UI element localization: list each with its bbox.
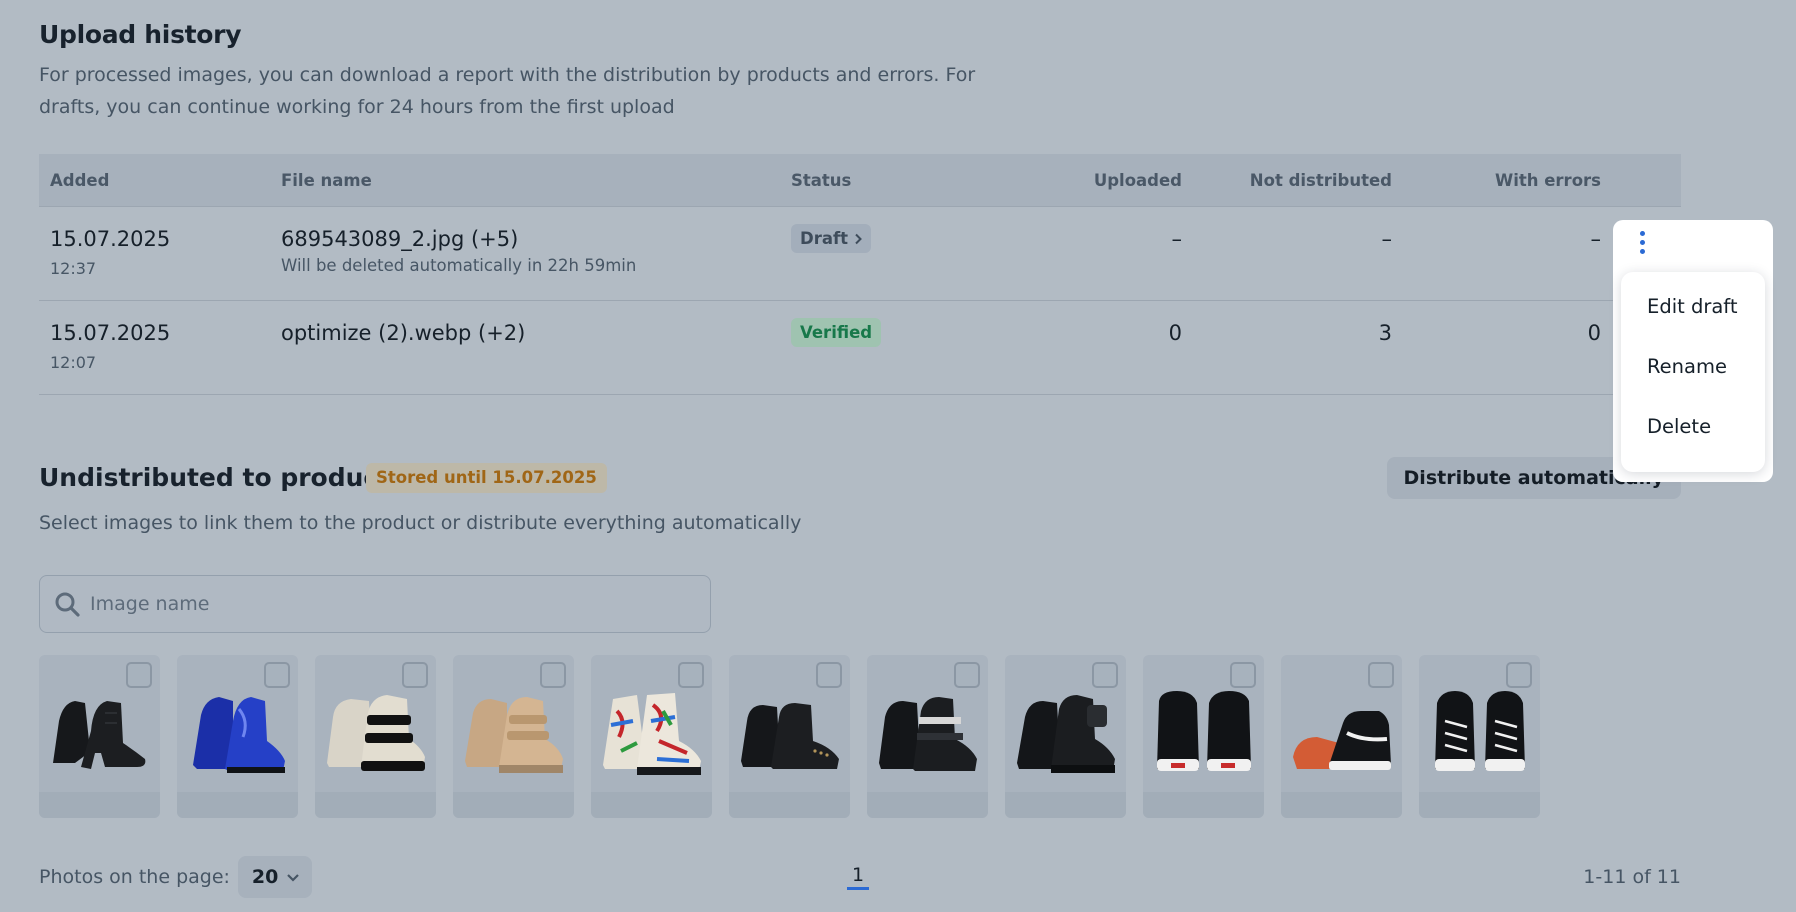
row-with-errors: 0 bbox=[1587, 321, 1601, 345]
image-checkbox[interactable] bbox=[816, 662, 842, 688]
image-checkbox[interactable] bbox=[1506, 662, 1532, 688]
column-uploaded: Uploaded bbox=[1093, 170, 1182, 190]
black-stiletto-ankle-boot-icon bbox=[39, 679, 160, 779]
image-caption bbox=[453, 792, 574, 818]
row-with-errors: – bbox=[1590, 227, 1602, 251]
page-range: 1-11 of 11 bbox=[1583, 866, 1681, 888]
image-card[interactable] bbox=[1281, 655, 1402, 818]
chevron-down-icon bbox=[287, 873, 300, 882]
image-caption bbox=[729, 792, 850, 818]
status-badge-verified: Verified bbox=[791, 318, 882, 347]
image-checkbox[interactable] bbox=[540, 662, 566, 688]
status-label: Draft bbox=[800, 229, 849, 248]
image-checkbox[interactable] bbox=[954, 662, 980, 688]
menu-item-delete[interactable]: Delete bbox=[1621, 404, 1765, 464]
table-header: Added File name Status Uploaded Not dist… bbox=[39, 154, 1681, 207]
row-file-name: 689543089_2.jpg (+5) bbox=[281, 227, 519, 251]
menu-item-edit-draft[interactable]: Edit draft bbox=[1621, 284, 1765, 344]
image-checkbox[interactable] bbox=[126, 662, 152, 688]
undistributed-description: Select images to link them to the produc… bbox=[39, 512, 802, 534]
image-checkbox[interactable] bbox=[1230, 662, 1256, 688]
row-actions-panel: Edit draft Rename Delete bbox=[1613, 220, 1773, 482]
image-caption bbox=[315, 792, 436, 818]
vans-hi-top-side-icon bbox=[1281, 679, 1402, 779]
status-badge-draft[interactable]: Draft bbox=[791, 224, 872, 253]
image-checkbox[interactable] bbox=[264, 662, 290, 688]
vans-hi-top-front-icon bbox=[1419, 679, 1540, 779]
per-page-value: 20 bbox=[251, 866, 279, 888]
black-chelsea-boot-icon bbox=[729, 679, 850, 779]
image-caption bbox=[867, 792, 988, 818]
image-grid bbox=[39, 655, 1540, 818]
chevron-right-icon bbox=[855, 233, 862, 244]
image-caption bbox=[1419, 792, 1540, 818]
table-row[interactable]: 15.07.2025 12:07 optimize (2).webp (+2) … bbox=[39, 301, 1681, 395]
photos-per-page-label: Photos on the page: bbox=[39, 866, 230, 888]
image-card[interactable] bbox=[39, 655, 160, 818]
table-row[interactable]: 15.07.2025 12:37 689543089_2.jpg (+5) Wi… bbox=[39, 207, 1681, 301]
status-cell: Draft bbox=[791, 224, 872, 253]
image-checkbox[interactable] bbox=[678, 662, 704, 688]
page-1-button[interactable]: 1 bbox=[847, 864, 870, 890]
image-card[interactable] bbox=[453, 655, 574, 818]
image-card[interactable] bbox=[867, 655, 988, 818]
column-status: Status bbox=[791, 170, 852, 190]
row-date: 15.07.2025 bbox=[50, 227, 171, 251]
column-not-distributed: Not distributed bbox=[1249, 170, 1392, 190]
photos-per-page: Photos on the page: 20 bbox=[39, 856, 313, 898]
row-not-distributed: – bbox=[1381, 227, 1393, 251]
stored-until-badge: Stored until 15.07.2025 bbox=[366, 463, 607, 493]
blue-metallic-boot-icon bbox=[177, 679, 298, 779]
search-input[interactable] bbox=[90, 593, 690, 615]
status-cell: Verified bbox=[791, 318, 882, 347]
black-buckle-boot-icon bbox=[867, 679, 988, 779]
image-card[interactable] bbox=[1419, 655, 1540, 818]
row-uploaded: 0 bbox=[1168, 321, 1182, 345]
image-caption bbox=[1005, 792, 1126, 818]
row-not-distributed: 3 bbox=[1378, 321, 1392, 345]
image-caption bbox=[177, 792, 298, 818]
column-file-name: File name bbox=[281, 170, 372, 190]
image-caption bbox=[1143, 792, 1264, 818]
image-caption bbox=[1281, 792, 1402, 818]
vans-hi-top-pair-icon bbox=[1143, 679, 1264, 779]
search-icon bbox=[55, 592, 80, 617]
image-card[interactable] bbox=[315, 655, 436, 818]
image-card[interactable] bbox=[591, 655, 712, 818]
column-with-errors: With errors bbox=[1495, 170, 1601, 190]
beige-velcro-boot-icon bbox=[453, 679, 574, 779]
image-checkbox[interactable] bbox=[1092, 662, 1118, 688]
upload-history-table: Added File name Status Uploaded Not dist… bbox=[39, 154, 1681, 395]
image-checkbox[interactable] bbox=[402, 662, 428, 688]
row-date: 15.07.2025 bbox=[50, 321, 171, 345]
undistributed-title: Undistributed to products bbox=[39, 463, 406, 492]
image-card[interactable] bbox=[1143, 655, 1264, 818]
black-white-strap-boot-icon bbox=[315, 679, 436, 779]
row-time: 12:07 bbox=[50, 353, 97, 372]
upload-history-title: Upload history bbox=[39, 20, 242, 49]
image-card[interactable] bbox=[1005, 655, 1126, 818]
row-time: 12:37 bbox=[50, 259, 97, 278]
row-file-name: optimize (2).webp (+2) bbox=[281, 321, 526, 345]
column-added: Added bbox=[50, 170, 110, 190]
image-card[interactable] bbox=[729, 655, 850, 818]
search-field[interactable] bbox=[39, 575, 711, 633]
image-checkbox[interactable] bbox=[1368, 662, 1394, 688]
upload-history-description: For processed images, you can download a… bbox=[39, 64, 976, 118]
row-uploaded: – bbox=[1171, 227, 1183, 251]
black-pouch-combat-boot-icon bbox=[1005, 679, 1126, 779]
per-page-select[interactable]: 20 bbox=[237, 856, 313, 898]
image-caption bbox=[39, 792, 160, 818]
graffiti-print-combat-boot-icon bbox=[591, 679, 712, 779]
menu-item-rename[interactable]: Rename bbox=[1621, 344, 1765, 404]
more-options-icon[interactable] bbox=[1632, 228, 1652, 256]
row-deletion-note: Will be deleted automatically in 22h 59m… bbox=[281, 256, 637, 275]
image-card[interactable] bbox=[177, 655, 298, 818]
image-caption bbox=[591, 792, 712, 818]
context-menu: Edit draft Rename Delete bbox=[1621, 272, 1765, 472]
